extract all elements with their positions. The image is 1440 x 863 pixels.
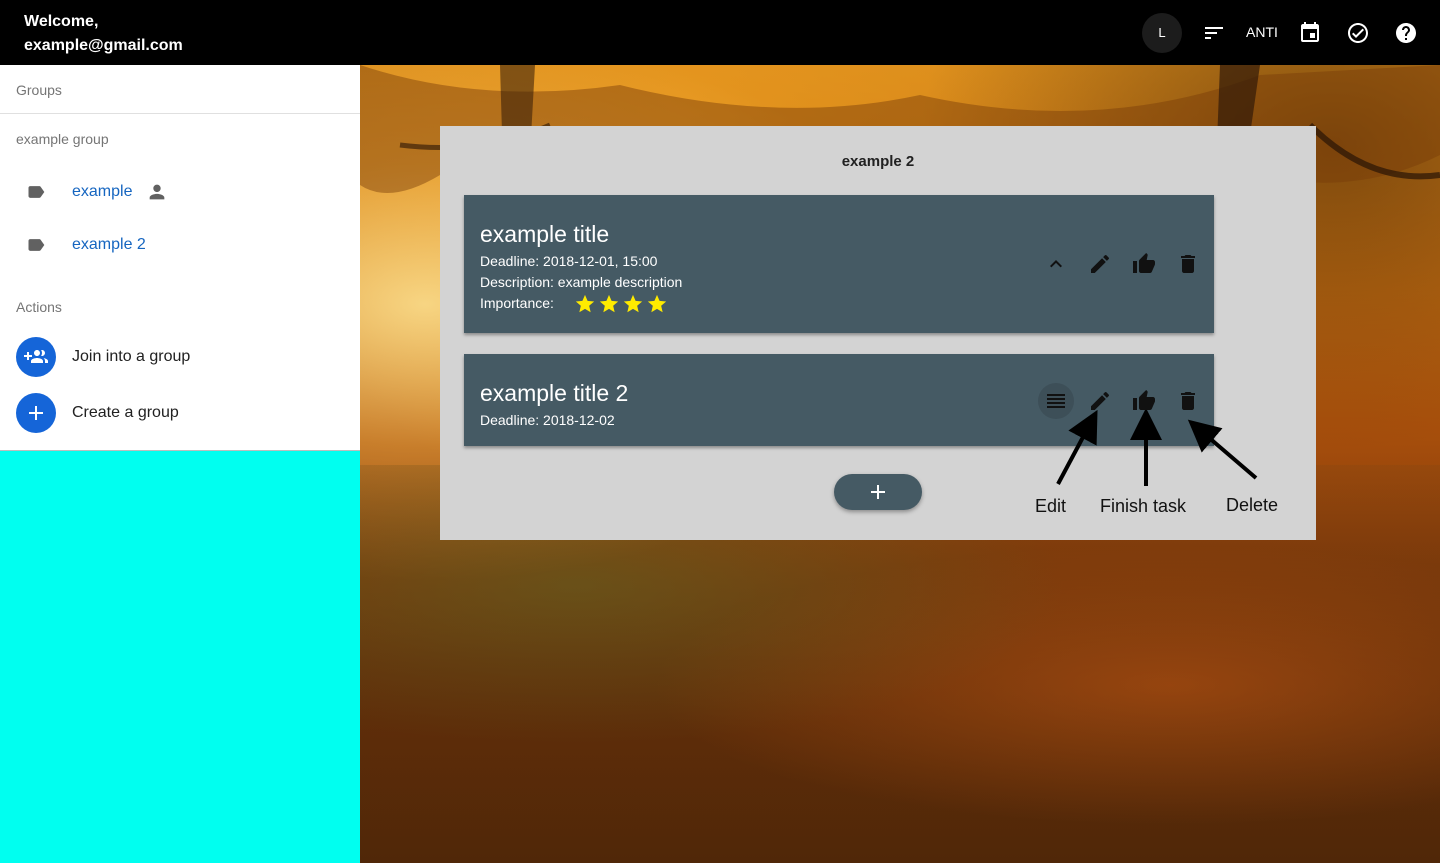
check-circle-icon[interactable] (1346, 21, 1370, 45)
create-group-label[interactable]: Create a group (72, 404, 179, 422)
group-title: example 2 (841, 153, 915, 170)
group-section-name: example group (16, 131, 109, 147)
help-icon[interactable] (1394, 21, 1418, 45)
person-icon (146, 181, 168, 203)
filter-label[interactable]: ANTI (1246, 24, 1278, 40)
label-icon (26, 235, 46, 255)
welcome-text: Welcome, example@gmail.com (24, 10, 183, 58)
user-email: example@gmail.com (24, 37, 183, 54)
star-icon (599, 294, 619, 313)
sidebar-item-example-2[interactable]: example 2 (0, 221, 360, 269)
importance-stars (574, 293, 670, 315)
annotation-arrows (1056, 410, 1258, 486)
sidebar-item-label[interactable]: example 2 (72, 236, 146, 254)
edit-icon[interactable] (1088, 252, 1112, 276)
groups-heading: Groups (16, 82, 62, 98)
avatar[interactable]: L (1142, 13, 1182, 53)
sidebar-divider (0, 113, 360, 114)
task-title: example title (480, 221, 610, 247)
sidebar-filler (0, 451, 360, 863)
group-add-icon[interactable] (16, 337, 56, 377)
add-task-button[interactable] (834, 474, 922, 510)
join-group-label[interactable]: Join into a group (72, 348, 190, 366)
actions-heading: Actions (16, 299, 62, 315)
star-icon (575, 294, 595, 313)
welcome-greeting: Welcome, (24, 13, 99, 30)
task-deadline: Deadline: 2018-12-01, 15:00 (480, 253, 658, 269)
edit-annotation: Edit (1035, 496, 1067, 516)
task-description: Description: example description (480, 274, 683, 290)
sort-icon[interactable] (1202, 21, 1226, 45)
delete-icon[interactable] (1176, 252, 1200, 276)
calendar-icon[interactable] (1298, 21, 1322, 45)
top-app-bar: Welcome, example@gmail.com L ANTI (0, 0, 1440, 65)
plus-icon (871, 485, 885, 499)
task-card: example title Deadline: 2018-12-01, 15:0… (464, 195, 1214, 333)
task-deadline: Deadline: 2018-12-02 (480, 412, 615, 428)
create-group-button[interactable]: Create a group (0, 389, 360, 437)
label-icon (26, 182, 46, 202)
sidebar-item-example[interactable]: example (0, 168, 360, 216)
sidebar-item-label[interactable]: example (72, 183, 132, 201)
plus-icon[interactable] (16, 393, 56, 433)
thumb-up-icon[interactable] (1132, 252, 1156, 276)
star-icon (623, 294, 643, 313)
join-group-button[interactable]: Join into a group (0, 333, 360, 381)
finish-annotation: Finish task (1100, 496, 1187, 516)
sidebar: Groups example group example example 2 A… (0, 65, 360, 451)
delete-annotation: Delete (1226, 495, 1279, 515)
task-importance-label: Importance: (480, 295, 554, 311)
collapse-icon[interactable] (1044, 252, 1068, 276)
star-icon (647, 294, 667, 313)
task-title: example title 2 (480, 380, 629, 406)
